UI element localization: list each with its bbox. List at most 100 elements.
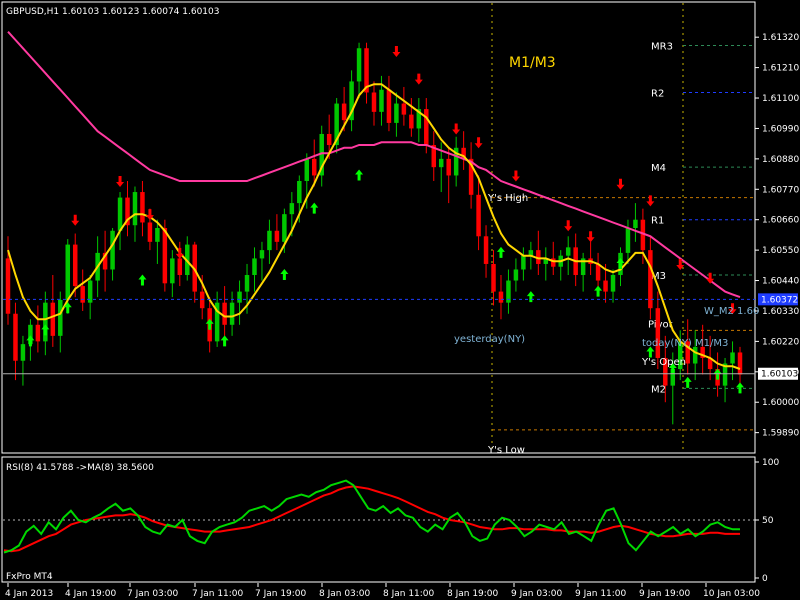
- candle-body: [565, 247, 571, 256]
- candle-body: [5, 258, 11, 314]
- bid-price-tag-text: 1.60103: [761, 370, 798, 380]
- time-axis-label: 4 Jan 2013: [5, 589, 53, 599]
- price-axis-label: 1.60660: [762, 216, 799, 226]
- candle-body: [371, 92, 377, 112]
- time-axis-label: 8 Jan 03:00: [319, 589, 371, 599]
- ys-high-label: Y's High: [487, 193, 528, 204]
- candle-body: [274, 230, 280, 242]
- rsi-axis-label: 100: [762, 458, 779, 468]
- ys-low-label: Y's Low: [487, 445, 525, 456]
- candle-body: [476, 194, 481, 237]
- price-axis-label: 1.61100: [762, 94, 799, 104]
- today-mm-label: today(NY) M1/M3: [642, 338, 728, 349]
- price-axis-label: 1.60770: [762, 185, 799, 195]
- time-axis-label: 4 Jan 19:00: [65, 589, 117, 599]
- candle-body: [72, 244, 78, 287]
- time-axis-label: 7 Jan 11:00: [192, 589, 244, 599]
- candle-body: [603, 280, 608, 292]
- candle-body: [394, 103, 399, 123]
- candle-body: [252, 258, 257, 276]
- candle-body: [326, 133, 332, 146]
- candle-body: [222, 302, 227, 325]
- level-label-r1: R1: [651, 216, 664, 227]
- price-axis-label: 1.59890: [762, 429, 799, 439]
- candle-body: [341, 103, 347, 121]
- level-label-m4: M4: [651, 163, 666, 174]
- blue-price-tag-text: 1.60372: [761, 295, 798, 305]
- candle-body: [438, 158, 444, 168]
- candle-body: [244, 275, 250, 292]
- candle-body: [521, 255, 526, 270]
- candle-body: [633, 219, 638, 228]
- time-axis-label: 7 Jan 19:00: [255, 589, 307, 599]
- candle-body: [237, 291, 242, 303]
- candle-body: [379, 89, 384, 112]
- candle-body: [610, 275, 616, 292]
- candle-body: [50, 302, 56, 336]
- candle-body: [304, 158, 310, 181]
- trading-chart-window[interactable]: MR3R2M4R1M3PivotM2 1.613201.612101.61100…: [0, 0, 800, 600]
- candle-body: [730, 352, 735, 364]
- time-axis-label: 8 Jan 11:00: [383, 589, 435, 599]
- candle-body: [43, 302, 48, 342]
- candle-body: [297, 180, 302, 204]
- price-axis-label: 1.60000: [762, 398, 799, 408]
- price-axis-label: 1.60330: [762, 307, 799, 317]
- ys-open-label: Y's Open: [641, 357, 686, 368]
- rsi-axis-label: 50: [762, 516, 774, 526]
- candle-body: [65, 244, 70, 300]
- candle-body: [491, 263, 496, 292]
- mm-label: M1/M3: [509, 55, 556, 71]
- candle-body: [312, 158, 317, 176]
- candle-body: [199, 291, 205, 309]
- candle-body: [110, 230, 115, 270]
- symbol-header: GBPUSD,H1 1.60103 1.60123 1.60074 1.6010…: [6, 7, 219, 17]
- bid-price-tag: 1.60103: [758, 367, 798, 380]
- yesterday-ny-label: yesterday(NY): [454, 334, 525, 345]
- time-axis-label: 7 Jan 03:00: [127, 589, 179, 599]
- candle-body: [692, 346, 698, 364]
- time-axis-label: 10 Jan 03:00: [703, 589, 760, 599]
- price-axis-label: 1.61320: [762, 33, 799, 43]
- price-axis-label: 1.61210: [762, 64, 799, 74]
- candle-body: [595, 263, 601, 281]
- candle-body: [229, 302, 235, 325]
- price-axis-label: 1.60880: [762, 155, 799, 165]
- time-axis-label: 9 Jan 11:00: [575, 589, 627, 599]
- candle-body: [446, 158, 451, 176]
- candle-body: [259, 250, 265, 259]
- candle-body: [140, 192, 145, 223]
- level-label-r2: R2: [651, 88, 664, 99]
- wm2-label: W_M2 1.60: [704, 306, 759, 317]
- candle-body: [13, 313, 18, 361]
- candle-body: [401, 103, 407, 115]
- candle-body: [80, 286, 85, 303]
- blue-price-tag: 1.60372: [758, 293, 798, 306]
- candle-body: [35, 324, 41, 342]
- candle-body: [20, 344, 26, 361]
- level-label-m2: M2: [651, 384, 666, 395]
- price-axis-label: 1.60440: [762, 277, 799, 287]
- candle-body: [655, 308, 661, 358]
- level-label-mr3: MR3: [651, 41, 673, 52]
- candle-body: [409, 114, 414, 129]
- price-axis-label: 1.60550: [762, 246, 799, 256]
- candle-body: [132, 192, 138, 226]
- candle-body: [356, 48, 362, 82]
- candle-body: [737, 352, 743, 375]
- price-axis-label: 1.60990: [762, 124, 799, 134]
- rsi-axis-label: 0: [762, 574, 768, 584]
- price-axis-label: 1.60220: [762, 337, 799, 347]
- candle-body: [282, 214, 287, 242]
- candle-body: [117, 197, 123, 231]
- time-axis-label: 8 Jan 19:00: [447, 589, 499, 599]
- candle-body: [155, 228, 160, 242]
- candle-body: [513, 269, 519, 281]
- candle-body: [267, 230, 272, 251]
- candle-body: [424, 109, 429, 146]
- candle-body: [498, 291, 504, 303]
- rsi-header: RSI(8) 41.5788 ->MA(8) 38.5600: [6, 463, 154, 473]
- broker-label: FxPro MT4: [6, 572, 53, 582]
- candle-body: [170, 258, 175, 284]
- candle-body: [625, 228, 631, 253]
